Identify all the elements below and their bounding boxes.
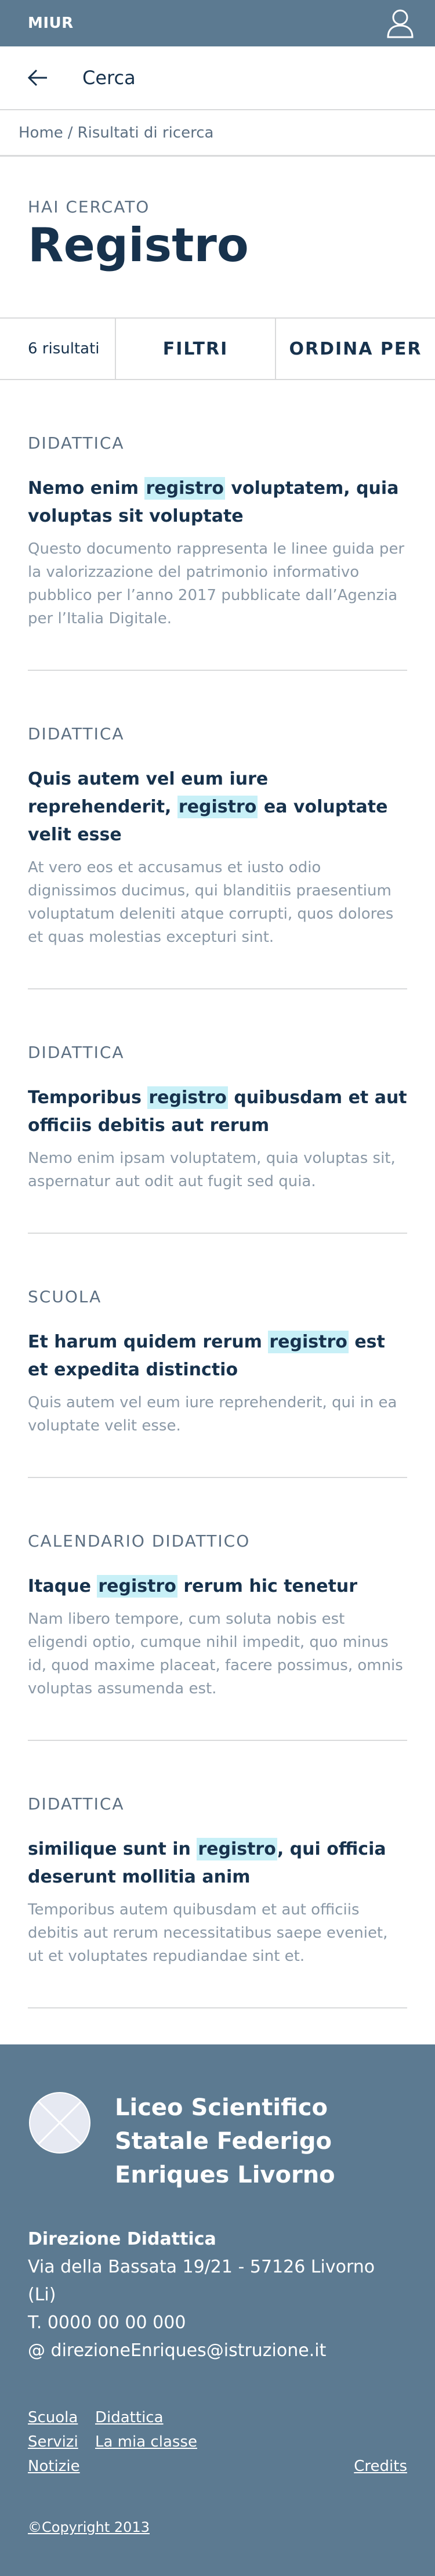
footer: Liceo Scientifico Statale Federigo Enriq… <box>0 2044 435 2576</box>
result-link[interactable]: Temporibus registro quibusdam et aut off… <box>28 1086 407 1136</box>
result-category: DIDATTICA <box>28 1043 125 1062</box>
result-title: Et harum quidem rerum registro est et ex… <box>28 1328 407 1384</box>
result-excerpt: Nam libero tempore, cum soluta nobis est… <box>28 1610 403 1697</box>
search-highlight: registro <box>144 477 225 500</box>
breadcrumb-home[interactable]: Home <box>19 124 63 142</box>
search-highlight: registro <box>177 796 258 818</box>
result-item: CALENDARIO DIDATTICO Itaque registro rer… <box>28 1478 407 1741</box>
back-button[interactable] <box>28 63 57 92</box>
footer-links: Scuola Didattica Servizi La mia classe N… <box>28 2405 407 2479</box>
phone: T. 0000 00 00 000 <box>28 2313 186 2333</box>
title-text: Et harum quidem rerum <box>28 1332 269 1352</box>
footer-link-spacer <box>354 2430 407 2454</box>
footer-link-notizie[interactable]: Notizie <box>28 2454 95 2479</box>
address: Via della Bassata 19/21 - 57126 Livorno … <box>28 2257 375 2305</box>
copyright: ©Copyright 2013 <box>28 2519 407 2535</box>
footer-link-servizi[interactable]: Servizi <box>28 2430 95 2454</box>
result-item: SCUOLA Et harum quidem rerum registro es… <box>28 1234 407 1478</box>
title-text: rerum hic tenetur <box>177 1576 358 1596</box>
result-excerpt: At vero eos et accusamus et iusto odio d… <box>28 859 394 946</box>
arrow-left-icon <box>28 69 47 86</box>
result-excerpt: Questo documento rappresenta le linee gu… <box>28 540 405 627</box>
result-title: similique sunt in registro, qui officia … <box>28 1836 407 1891</box>
logo-placeholder-icon[interactable] <box>28 2091 92 2155</box>
search-highlight: registro <box>147 1086 228 1109</box>
result-category: CALENDARIO DIDATTICO <box>28 1531 251 1551</box>
result-category: DIDATTICA <box>28 433 125 453</box>
title-text: similique sunt in <box>28 1839 197 1859</box>
result-title: Quis autem vel eum iure reprehenderit, r… <box>28 765 407 849</box>
title-text: Temporibus <box>28 1088 148 1108</box>
result-link[interactable]: Quis autem vel eum iure reprehenderit, r… <box>28 769 387 845</box>
breadcrumb-separator: / <box>67 124 73 142</box>
breadcrumb: Home / Risultati di ricerca <box>0 110 435 157</box>
result-excerpt: Nemo enim ipsam voluptatem, quia volupta… <box>28 1150 396 1190</box>
result-excerpt: Temporibus autem quibusdam et aut offici… <box>28 1901 388 1965</box>
footer-link-spacer <box>354 2405 407 2430</box>
results-count: 6 risultati <box>0 319 116 379</box>
result-category: DIDATTICA <box>28 1794 125 1813</box>
search-term: Registro <box>28 218 249 272</box>
footer-link-la-mia-classe[interactable]: La mia classe <box>95 2430 354 2454</box>
footer-link-scuola[interactable]: Scuola <box>28 2405 95 2430</box>
search-highlight: registro <box>268 1331 349 1353</box>
sort-button[interactable]: ORDINA PER <box>275 319 435 379</box>
org-name: Liceo Scientifico Statale Federigo Enriq… <box>115 2094 335 2188</box>
results-list: DIDATTICA Nemo enim registro voluptatem,… <box>0 380 435 2008</box>
result-item: DIDATTICA Quis autem vel eum iure repreh… <box>28 671 407 989</box>
email: @ direzioneEnriques@istruzione.it <box>28 2340 327 2361</box>
results-toolbar: 6 risultati FILTRI ORDINA PER <box>0 317 435 380</box>
result-link[interactable]: Itaque registro rerum hic tenetur <box>28 1575 357 1598</box>
result-link[interactable]: similique sunt in registro, qui officia … <box>28 1838 386 1887</box>
result-category: DIDATTICA <box>28 724 125 743</box>
result-link[interactable]: Et harum quidem rerum registro est et ex… <box>28 1331 385 1380</box>
result-item: DIDATTICA similique sunt in registro, qu… <box>28 1741 407 2008</box>
search-highlight: registro <box>197 1838 277 1860</box>
result-link[interactable]: Nemo enim registro voluptatem, quia volu… <box>28 477 398 526</box>
top-bar: MIUR <box>0 0 435 46</box>
user-icon <box>387 9 414 38</box>
result-title: Nemo enim registro voluptatem, quia volu… <box>28 475 407 530</box>
search-summary: HAI CERCATO Registro <box>0 157 435 317</box>
search-label[interactable]: Cerca <box>82 67 136 89</box>
title-text: Nemo enim <box>28 478 145 498</box>
result-category: SCUOLA <box>28 1287 102 1306</box>
search-kicker: HAI CERCATO <box>28 197 150 216</box>
result-item: DIDATTICA Temporibus registro quibusdam … <box>28 989 407 1234</box>
result-title: Temporibus registro quibusdam et aut off… <box>28 1084 407 1140</box>
footer-link-didattica[interactable]: Didattica <box>95 2405 354 2430</box>
result-title: Itaque registro rerum hic tenetur <box>28 1573 407 1600</box>
title-text: Itaque <box>28 1576 97 1596</box>
footer-contacts: Direzione Didattica Via della Bassata 19… <box>28 2225 407 2365</box>
user-button[interactable] <box>383 6 418 41</box>
contacts-heading: Direzione Didattica <box>28 2229 216 2249</box>
brand-name[interactable]: MIUR <box>28 15 74 32</box>
result-item: DIDATTICA Nemo enim registro voluptatem,… <box>28 380 407 671</box>
breadcrumb-current: Risultati di ricerca <box>77 124 214 142</box>
footer-link-credits[interactable]: Credits <box>354 2454 407 2479</box>
footer-link-spacer <box>95 2454 354 2479</box>
copyright-link[interactable]: ©Copyright 2013 <box>28 2519 150 2535</box>
search-highlight: registro <box>97 1575 177 1598</box>
filters-button[interactable]: FILTRI <box>116 319 275 379</box>
result-excerpt: Quis autem vel eum iure reprehenderit, q… <box>28 1394 397 1435</box>
footer-org: Liceo Scientifico Statale Federigo Enriq… <box>28 2091 407 2192</box>
search-bar: Cerca <box>0 46 435 110</box>
